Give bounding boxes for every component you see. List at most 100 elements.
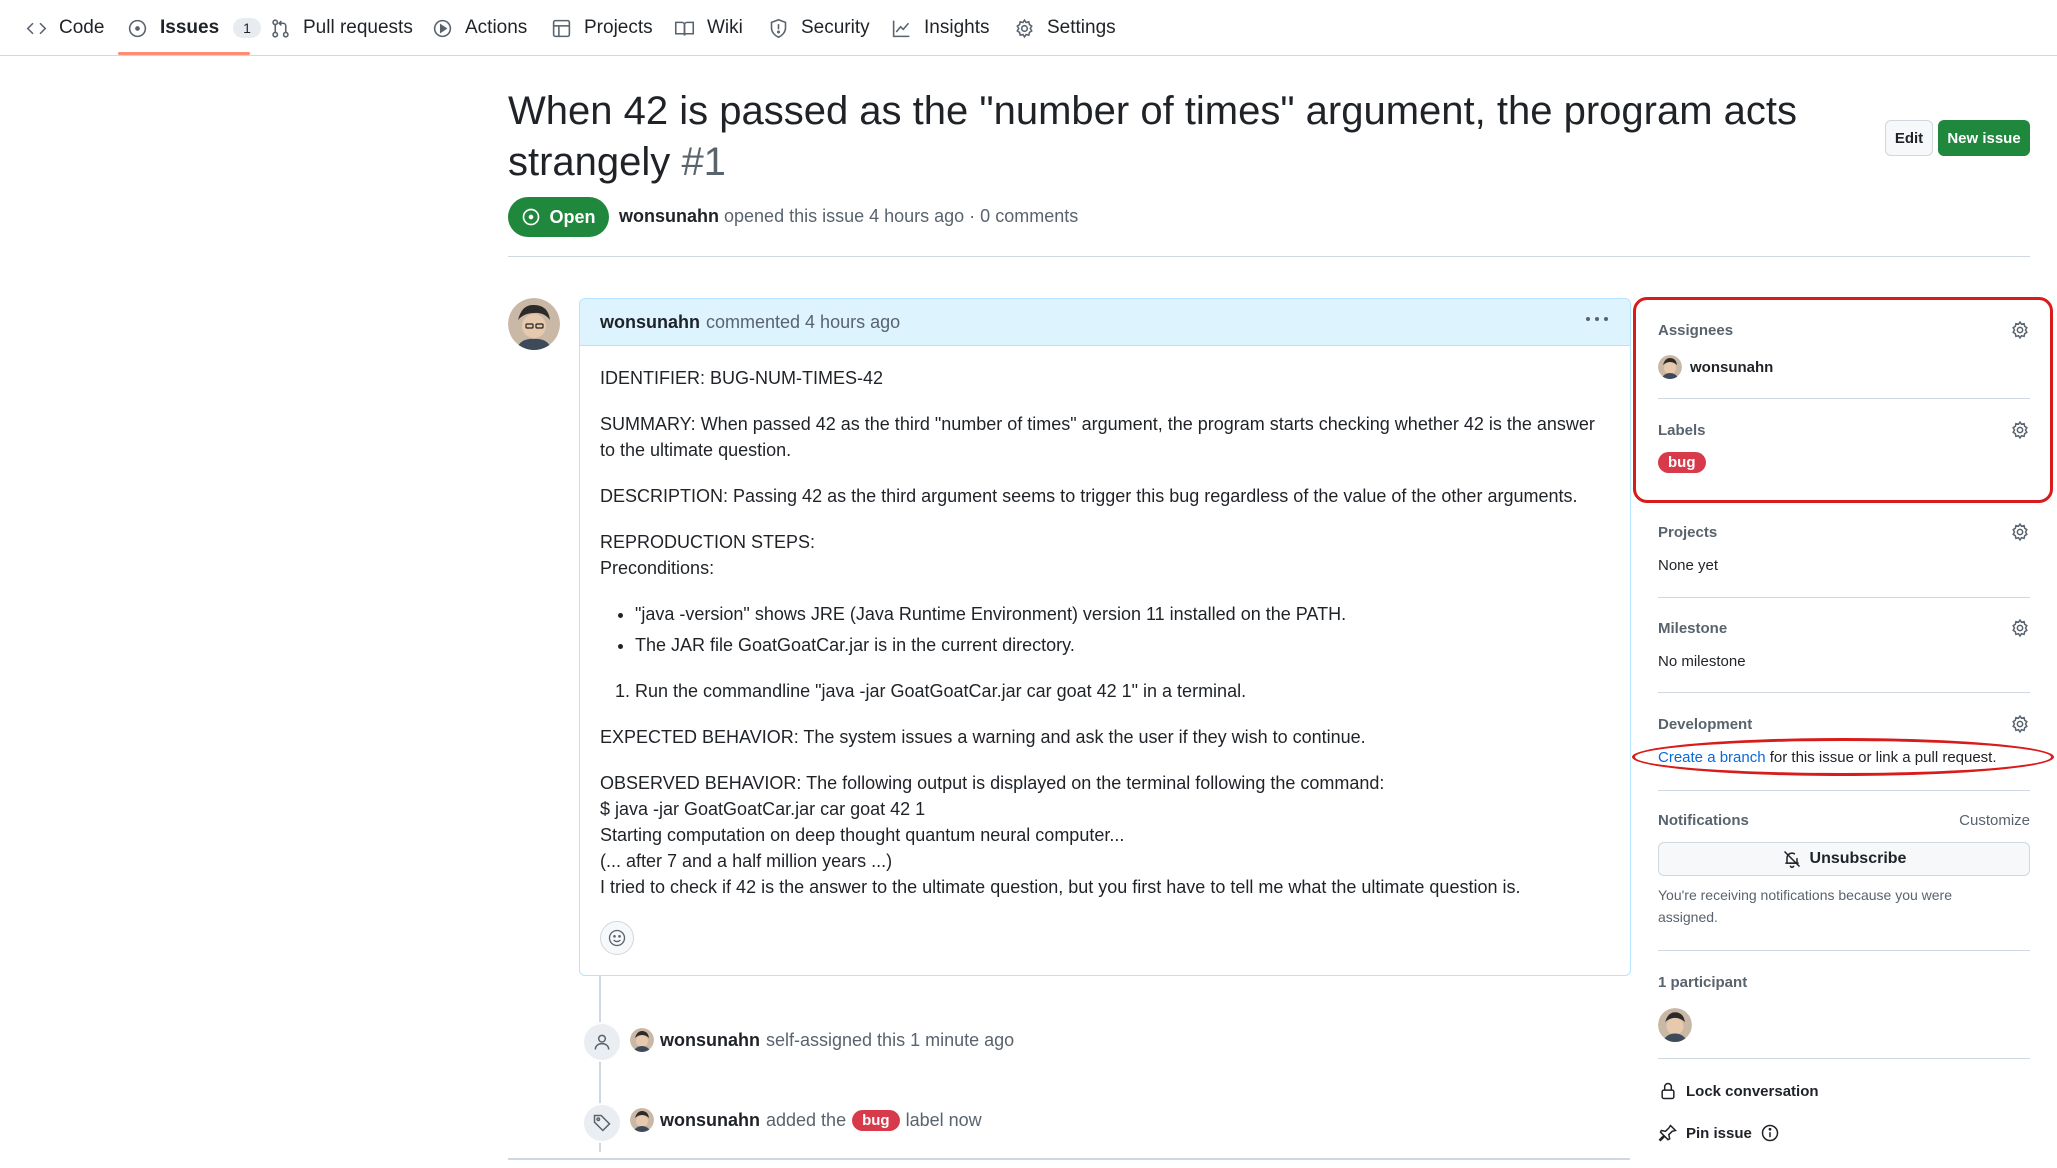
tab-wiki[interactable]: Wiki [674,0,743,56]
pin-icon [1658,1124,1677,1142]
comment-author-link[interactable]: wonsunahn [600,312,700,333]
issue-author-link[interactable]: wonsunahn [619,206,719,226]
tab-actions[interactable]: Actions [432,0,527,56]
steps-list: Run the commandline "java -jar GoatGoatC… [600,678,1610,704]
gear-icon[interactable] [2010,522,2030,542]
issue-opened-icon [523,208,540,226]
new-issue-button[interactable]: New issue [1938,120,2030,156]
timeline-event-labeled: wonsunahn added the bug label now [630,1108,982,1132]
timeline-event-assigned: wonsunahn self-assigned this 1 minute ag… [630,1028,1014,1052]
lock-label: Lock conversation [1686,1082,1819,1100]
add-reaction-button[interactable] [600,921,634,955]
issue-meta-text: opened this issue 4 hours ago · 0 commen… [724,206,1079,226]
issue-title: When 42 is passed as the "number of time… [508,86,1858,188]
notifications-heading: Notifications [1658,812,1749,829]
issue-state-badge: Open [508,197,609,237]
tab-label: Projects [584,17,653,38]
tab-code[interactable]: Code [26,0,104,56]
repo-nav: Code Issues 1 Pull requests Actions Proj… [0,0,2057,56]
timeline-divider [508,1158,1630,1160]
expected-line: EXPECTED BEHAVIOR: The system issues a w… [600,727,1366,747]
comment-body: IDENTIFIER: BUG-NUM-TIMES-42 SUMMARY: Wh… [600,365,1610,920]
observed-line: $ java -jar GoatGoatCar.jar car goat 42 … [600,799,926,819]
pin-label: Pin issue [1686,1124,1752,1142]
sidebar-divider [1658,597,2030,598]
sidebar-divider [1658,950,2030,951]
shield-icon [770,18,787,38]
tab-settings[interactable]: Settings [1014,0,1116,56]
avatar[interactable] [508,298,560,350]
tab-pull-requests[interactable]: Pull requests [270,0,413,56]
smiley-icon [608,929,626,947]
annotation-oval [1632,738,2054,776]
comment-timestamp: commented 4 hours ago [706,311,901,332]
table-icon [552,19,571,37]
tab-label: Insights [924,17,990,38]
bell-slash-icon [1783,850,1800,869]
repro-block: REPRODUCTION STEPS: Preconditions: [600,529,1610,581]
book-icon [674,21,695,36]
tab-label: Security [801,17,870,38]
graph-icon [892,20,910,37]
list-item: Run the commandline "java -jar GoatGoatC… [635,678,1610,704]
tab-label: Code [59,17,105,38]
timeline-badge [582,1103,622,1143]
sidebar-divider [1658,1058,2030,1059]
tab-label: Settings [1047,17,1116,38]
issue-opened-icon [128,19,147,37]
edit-button[interactable]: Edit [1885,120,1933,156]
sidebar-participants: 1 participant [1658,974,2030,1044]
tab-security[interactable]: Security [768,0,870,56]
kebab-menu-icon[interactable] [1586,317,1608,321]
tab-label: Pull requests [303,17,413,38]
bug-label[interactable]: bug [852,1109,900,1131]
lock-conversation-button[interactable]: Lock conversation [1658,1081,1819,1101]
code-icon [26,22,47,34]
summary-line: SUMMARY: When passed 42 as the third "nu… [600,414,1595,460]
gear-icon [1016,18,1033,38]
play-icon [433,19,452,37]
tab-label: Actions [465,17,528,38]
git-pull-request-icon [272,18,289,38]
gear-icon[interactable] [2010,618,2030,638]
actor-link[interactable]: wonsunahn [660,1030,760,1051]
state-label: Open [549,206,596,227]
tab-issues[interactable]: Issues 1 [127,0,261,56]
customize-link[interactable]: Customize [1959,812,2030,829]
timeline-badge [582,1022,622,1062]
issue-number: #1 [681,140,726,184]
comment-header: wonsunahn commented 4 hours ago [580,299,1630,346]
sidebar-milestone: Milestone No milestone [1658,618,2030,680]
actor-link[interactable]: wonsunahn [660,1110,760,1131]
development-heading: Development [1658,716,1753,733]
event-text: added the [766,1109,847,1130]
unsubscribe-label: Unsubscribe [1809,850,1907,867]
event-text: self-assigned this 1 minute ago [766,1029,1015,1050]
tab-projects[interactable]: Projects [551,0,653,56]
unsubscribe-button[interactable]: Unsubscribe [1658,842,2030,876]
tab-insights[interactable]: Insights [891,0,989,56]
avatar[interactable] [630,1028,654,1052]
issue-meta: wonsunahn opened this issue 4 hours ago … [619,206,1078,227]
observed-line: Starting computation on deep thought qua… [600,825,1125,845]
sidebar-divider [1658,692,2030,693]
comment-card: wonsunahn commented 4 hours ago IDENTIFI… [579,298,1631,976]
list-item: The JAR file GoatGoatCar.jar is in the c… [635,632,1610,658]
avatar[interactable] [630,1108,654,1132]
projects-heading: Projects [1658,524,1718,541]
observed-line: (... after 7 and a half million years ..… [600,851,893,871]
pin-issue-button[interactable]: Pin issue [1658,1123,1780,1143]
gear-icon[interactable] [2010,714,2030,734]
repro-heading: REPRODUCTION STEPS: [600,532,816,552]
milestone-heading: Milestone [1658,620,1728,637]
participants-heading: 1 participant [1658,974,1748,991]
header-divider [508,256,2030,257]
observed-line: I tried to check if 42 is the answer to … [600,877,1521,897]
avatar[interactable] [1658,1008,1692,1042]
description-line: DESCRIPTION: Passing 42 as the third arg… [600,486,1578,506]
list-item: "java -version" shows JRE (Java Runtime … [635,601,1610,627]
notification-reason: You're receiving notifications because y… [1658,887,1952,925]
preconditions-label: Preconditions: [600,558,715,578]
identifier-line: IDENTIFIER: BUG-NUM-TIMES-42 [600,368,884,388]
info-icon [1761,1124,1779,1142]
